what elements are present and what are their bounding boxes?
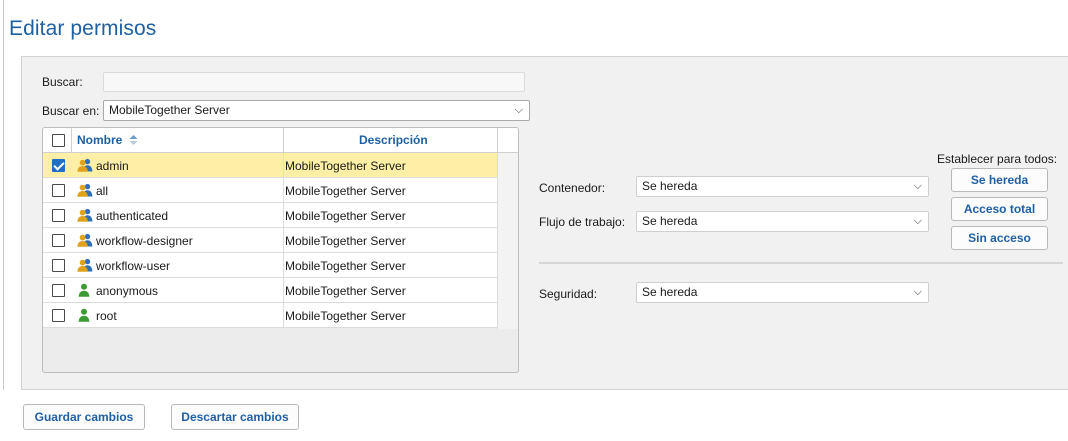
row-name: admin xyxy=(96,159,129,173)
user-group-icon xyxy=(77,258,93,272)
row-column-divider xyxy=(283,153,284,177)
container-select[interactable]: Se hereda ⌵ xyxy=(636,176,929,197)
container-value: Se hereda xyxy=(642,179,698,193)
search-input[interactable] xyxy=(103,72,525,92)
set-all-full-access-button[interactable]: Acceso total xyxy=(951,197,1048,221)
page-title: Editar permisos xyxy=(9,17,157,40)
search-in-select[interactable]: MobileTogether Server ⌵ xyxy=(103,100,530,121)
row-column-divider xyxy=(283,203,284,227)
chevron-down-icon: ⌵ xyxy=(913,180,922,192)
table-row[interactable]: workflow-designer MobileTogether Server xyxy=(43,228,497,253)
user-group-icon xyxy=(77,183,93,197)
search-in-label: Buscar en: xyxy=(42,104,100,118)
user-group-icon xyxy=(77,158,93,172)
edit-permissions-page: Editar permisos Buscar: Buscar en: Mobil… xyxy=(0,0,1068,441)
search-label: Buscar: xyxy=(42,75,83,89)
table-row[interactable]: admin MobileTogether Server xyxy=(43,153,497,178)
table-row[interactable]: root MobileTogether Server xyxy=(43,303,497,328)
chevron-down-icon: ⌵ xyxy=(913,215,922,227)
row-description: MobileTogether Server xyxy=(285,284,406,298)
set-all-inherit-button[interactable]: Se hereda xyxy=(951,168,1048,192)
row-description: MobileTogether Server xyxy=(285,259,406,273)
user-list: Nombre Descripción admin MobileTogether … xyxy=(42,127,519,373)
row-column-divider xyxy=(283,178,284,202)
security-select[interactable]: Se hereda ⌵ xyxy=(636,282,929,303)
row-checkbox[interactable] xyxy=(52,184,65,197)
workflow-select[interactable]: Se hereda ⌵ xyxy=(636,211,929,232)
user-list-header: Nombre Descripción xyxy=(43,128,518,153)
column-header-description[interactable]: Descripción xyxy=(359,133,428,147)
row-column-divider xyxy=(283,303,284,327)
row-checkbox[interactable] xyxy=(52,284,65,297)
workflow-value: Se hereda xyxy=(642,214,698,228)
row-column-divider xyxy=(283,228,284,252)
row-description: MobileTogether Server xyxy=(285,159,406,173)
container-label: Contenedor: xyxy=(539,181,606,195)
table-row[interactable]: authenticated MobileTogether Server xyxy=(43,203,497,228)
page-left-border xyxy=(3,0,4,390)
row-description: MobileTogether Server xyxy=(285,309,406,323)
search-in-value: MobileTogether Server xyxy=(109,103,230,117)
row-name: anonymous xyxy=(96,284,159,298)
sort-ascending-icon xyxy=(129,135,138,145)
chevron-down-icon: ⌵ xyxy=(913,286,922,298)
row-name: all xyxy=(96,184,109,198)
column-header-name[interactable]: Nombre xyxy=(77,133,138,147)
row-name: workflow-designer xyxy=(96,234,193,248)
set-all-label: Establecer para todos: xyxy=(937,152,1058,166)
table-row[interactable]: workflow-user MobileTogether Server xyxy=(43,253,497,278)
table-row[interactable]: anonymous MobileTogether Server xyxy=(43,278,497,303)
user-group-icon xyxy=(77,233,93,247)
user-icon xyxy=(77,283,93,297)
row-checkbox[interactable] xyxy=(52,159,65,172)
security-value: Se hereda xyxy=(642,285,698,299)
chevron-down-icon: ⌵ xyxy=(514,104,523,116)
set-all-no-access-button[interactable]: Sin acceso xyxy=(951,226,1048,250)
row-name: workflow-user xyxy=(96,259,171,273)
table-row[interactable]: all MobileTogether Server xyxy=(43,178,497,203)
row-checkbox[interactable] xyxy=(52,259,65,272)
security-label: Seguridad: xyxy=(539,287,598,301)
user-group-icon xyxy=(77,208,93,222)
row-name: authenticated xyxy=(96,209,169,223)
header-divider-name xyxy=(283,128,284,152)
header-divider-description xyxy=(497,128,498,152)
header-divider-checkbox xyxy=(71,128,72,152)
row-checkbox[interactable] xyxy=(52,209,65,222)
row-description: MobileTogether Server xyxy=(285,234,406,248)
row-description: MobileTogether Server xyxy=(285,184,406,198)
select-all-checkbox[interactable] xyxy=(52,134,65,147)
save-changes-button[interactable]: Guardar cambios xyxy=(23,404,145,430)
row-name: root xyxy=(96,309,117,323)
row-description: MobileTogether Server xyxy=(285,209,406,223)
workflow-label: Flujo de trabajo: xyxy=(539,215,626,229)
section-divider xyxy=(539,262,1063,264)
row-checkbox[interactable] xyxy=(52,309,65,322)
discard-changes-button[interactable]: Descartar cambios xyxy=(171,404,299,430)
row-column-divider xyxy=(283,278,284,302)
list-scrollbar[interactable] xyxy=(497,153,518,329)
user-icon xyxy=(77,308,93,322)
column-header-name-label: Nombre xyxy=(77,133,123,147)
row-column-divider xyxy=(283,253,284,277)
row-checkbox[interactable] xyxy=(52,234,65,247)
